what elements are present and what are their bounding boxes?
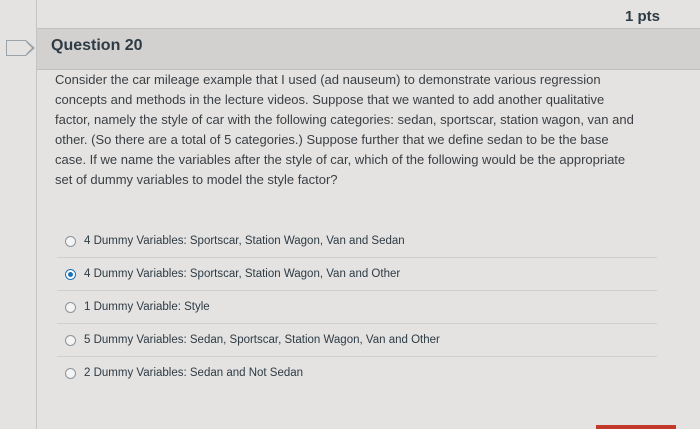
answer-label: 1 Dummy Variable: Style [84, 301, 210, 313]
answer-label: 2 Dummy Variables: Sedan and Not Sedan [84, 367, 304, 379]
flag-question-icon[interactable] [6, 40, 35, 56]
question-title: Question 20 [51, 37, 143, 54]
answer-label: 5 Dummy Variables: Sedan, Sportscar, Sta… [84, 334, 440, 346]
radio-icon[interactable] [65, 301, 76, 313]
answer-label: 4 Dummy Variables: Sportscar, Station Wa… [84, 235, 405, 247]
radio-icon[interactable] [65, 235, 76, 247]
answer-option[interactable]: 5 Dummy Variables: Sedan, Sportscar, Sta… [57, 324, 657, 357]
question-text: Consider the car mileage example that I … [55, 72, 634, 187]
answer-option[interactable]: 4 Dummy Variables: Sportscar, Station Wa… [57, 225, 657, 258]
next-button-edge[interactable] [596, 425, 676, 429]
radio-icon[interactable] [65, 334, 76, 346]
question-card: 1 pts Question 20 Consider the car milea… [36, 0, 700, 429]
answer-list: 4 Dummy Variables: Sportscar, Station Wa… [57, 225, 657, 389]
answer-option[interactable]: 4 Dummy Variables: Sportscar, Station Wa… [57, 258, 657, 291]
answer-label: 4 Dummy Variables: Sportscar, Station Wa… [84, 268, 401, 280]
radio-icon[interactable] [65, 268, 76, 280]
answer-option[interactable]: 2 Dummy Variables: Sedan and Not Sedan [57, 357, 657, 389]
answer-option[interactable]: 1 Dummy Variable: Style [57, 291, 657, 324]
page: 1 pts Question 20 Consider the car milea… [0, 0, 700, 429]
flag-inner [26, 42, 32, 54]
question-points: 1 pts [624, 8, 660, 25]
question-header: Question 20 [37, 28, 700, 70]
radio-icon[interactable] [65, 367, 76, 379]
